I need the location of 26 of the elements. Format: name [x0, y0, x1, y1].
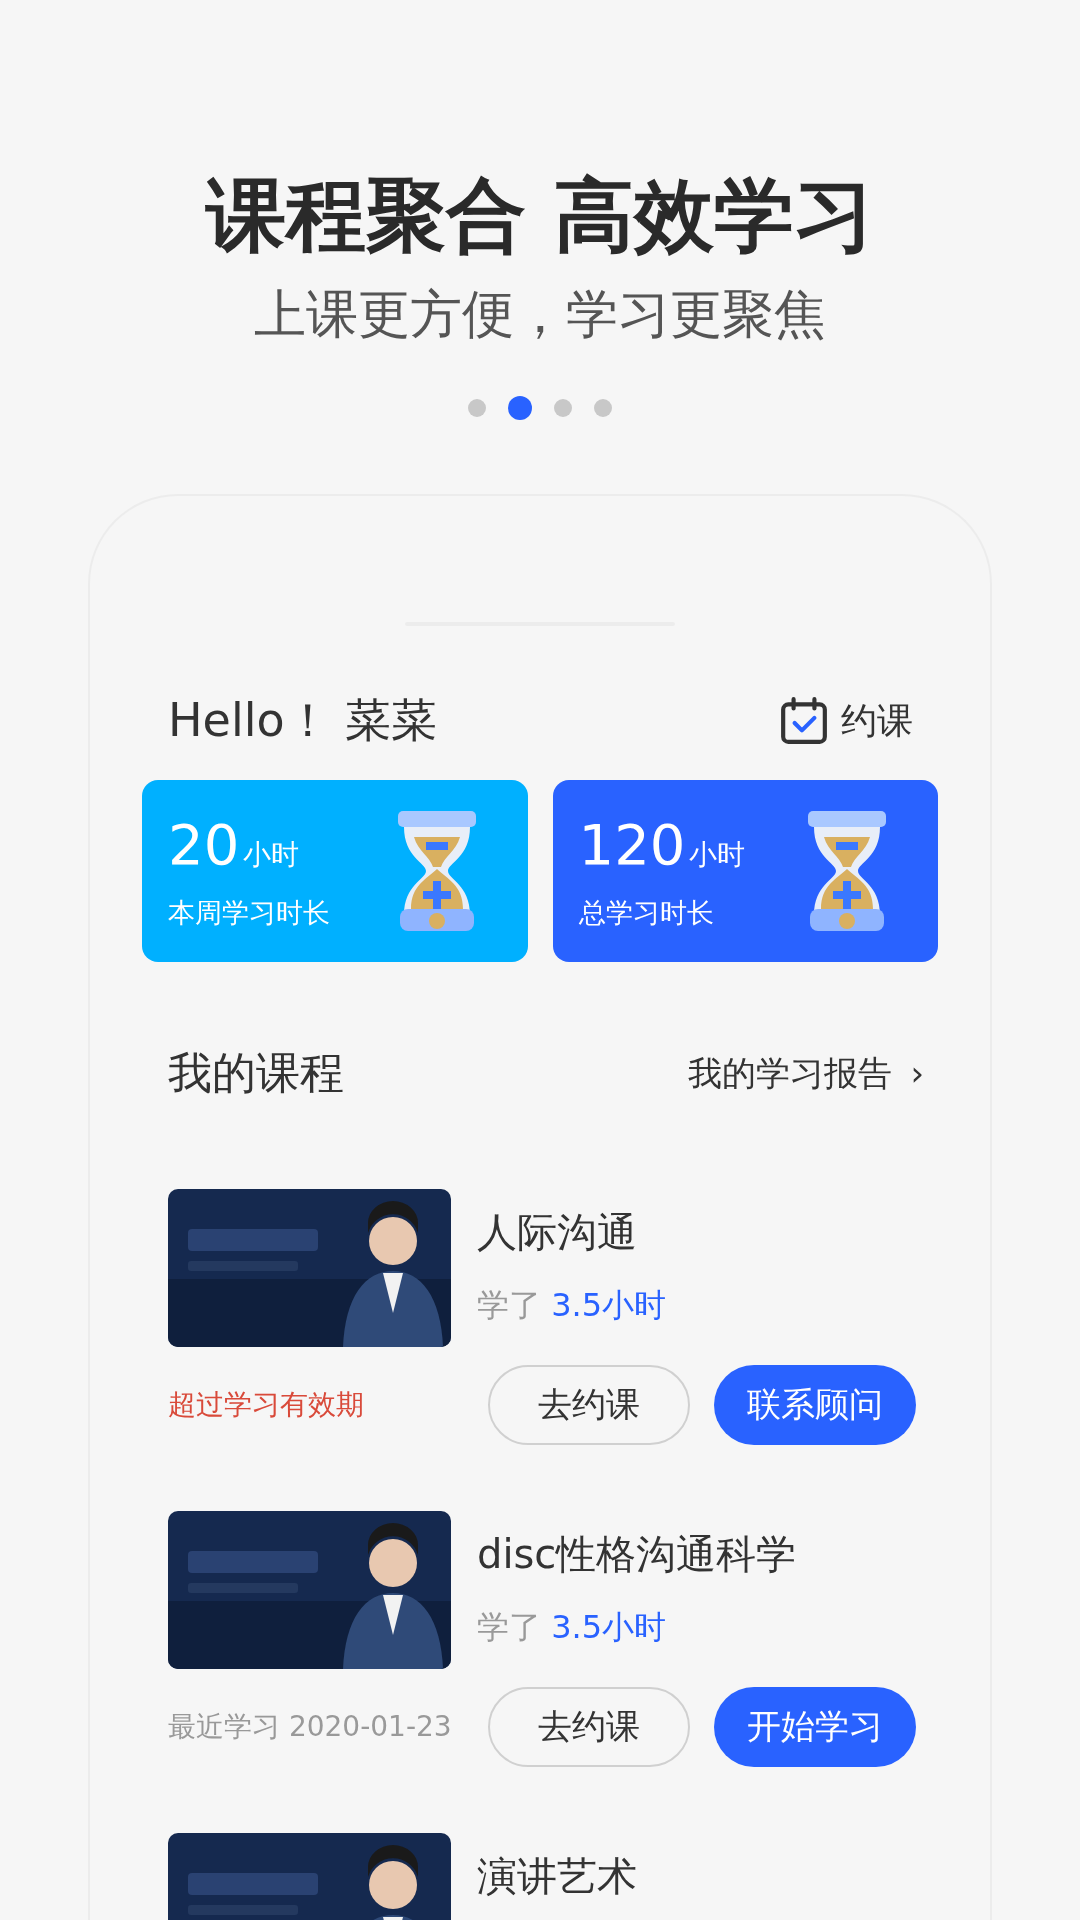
greeting: Hello！ 菜菜: [168, 692, 438, 749]
book-link[interactable]: 约课: [779, 696, 913, 746]
pager-dot[interactable]: [508, 396, 532, 420]
pager-dot[interactable]: [468, 399, 486, 417]
progress-text: 学了 3.5小时: [477, 1607, 668, 1648]
course-title: 人际沟通: [477, 1208, 638, 1257]
course-title: 演讲艺术: [477, 1852, 637, 1901]
calendar-icon: [779, 696, 829, 746]
section-title: 我的课程: [168, 1046, 344, 1100]
report-link[interactable]: 我的学习报告 ›: [688, 1050, 924, 1097]
headline: 课程聚合 高效学习: [204, 168, 875, 264]
stat-label: 本周学习时长: [168, 895, 330, 930]
pager-dot[interactable]: [594, 399, 612, 417]
pager-dot[interactable]: [554, 399, 572, 417]
course-button[interactable]: 去约课: [488, 1687, 690, 1767]
course-title: disc性格沟通科学: [477, 1530, 797, 1579]
course-button[interactable]: 去约课: [488, 1365, 690, 1445]
status-text: 最近学习 2020-01-23: [168, 1709, 452, 1745]
course-button[interactable]: 联系顾问: [714, 1365, 916, 1445]
status-text: 超过学习有效期: [168, 1387, 364, 1423]
stat-value: 20 小时: [168, 811, 301, 877]
subheadline: 上课更方便，学习更聚焦: [253, 283, 827, 346]
stat-value: 120 小时: [578, 811, 746, 877]
progress-text: 学了 3.5小时: [477, 1285, 667, 1326]
course-button[interactable]: 开始学习: [714, 1687, 916, 1767]
stat-label: 总学习时长: [578, 895, 715, 930]
